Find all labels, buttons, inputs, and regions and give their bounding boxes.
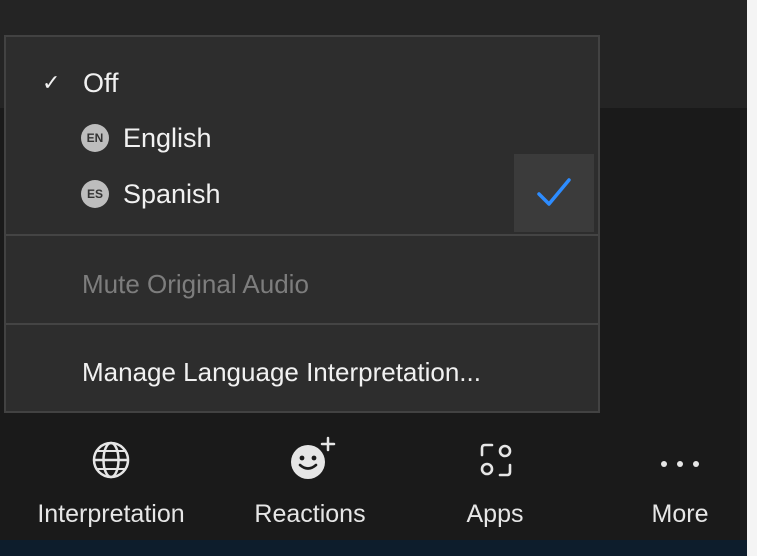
manage-language-interpretation-item[interactable]: Manage Language Interpretation... [82, 352, 481, 392]
emoji-add-icon [291, 436, 336, 479]
language-badge-icon: EN [81, 124, 109, 152]
menu-divider [6, 234, 598, 236]
globe-icon [92, 441, 130, 479]
bottom-edge [0, 540, 747, 556]
interpretation-button[interactable]: Interpretation [18, 432, 204, 540]
selected-check-box [514, 154, 594, 232]
interpretation-menu: ✓ Off EN English ES Spanish Mute Origina… [4, 35, 600, 413]
mute-original-audio-item: Mute Original Audio [82, 269, 309, 299]
menu-item-off[interactable]: ✓ Off [6, 57, 598, 109]
reactions-button[interactable]: Reactions [240, 432, 380, 540]
window-edge [747, 0, 757, 556]
screen: ✓ Off EN English ES Spanish Mute Origina… [0, 0, 757, 556]
language-badge-icon: ES [81, 180, 109, 208]
checkmark-icon: ✓ [42, 70, 61, 95]
apps-icon [480, 443, 512, 477]
menu-item-spanish[interactable]: ES Spanish [6, 168, 598, 220]
menu-item-label: English [123, 122, 212, 153]
menu-item-english[interactable]: EN English [6, 112, 598, 164]
toolbar-label: More [651, 500, 709, 528]
more-button[interactable]: More [628, 432, 732, 540]
toolbar-label: Apps [466, 500, 524, 528]
menu-item-label: Off [83, 67, 119, 98]
menu-divider [6, 323, 598, 325]
toolbar-label: Interpretation [37, 500, 185, 528]
menu-item-label: Spanish [123, 178, 221, 209]
checkmark-icon [537, 178, 571, 206]
toolbar-label: Reactions [254, 500, 366, 528]
apps-button[interactable]: Apps [440, 432, 550, 540]
ellipsis-icon [661, 461, 699, 467]
